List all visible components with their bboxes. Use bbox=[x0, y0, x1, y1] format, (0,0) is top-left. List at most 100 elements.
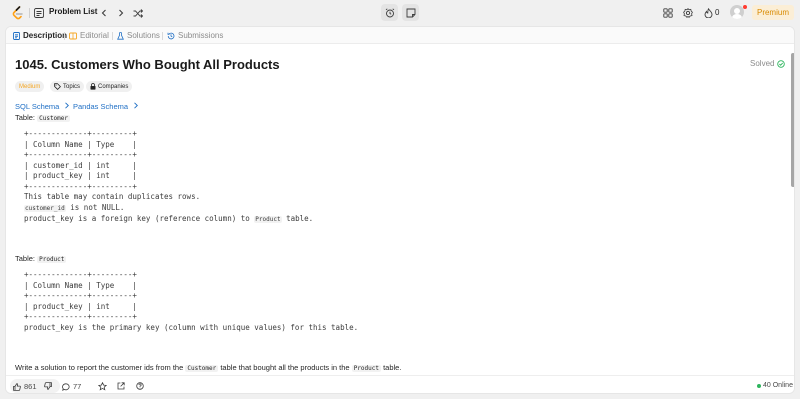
coin-count: 0 bbox=[715, 8, 720, 17]
prompt-post: table. bbox=[381, 363, 402, 372]
difficulty-badge[interactable]: Medium bbox=[15, 81, 45, 92]
description-panel: Description Editorial Solutions Submissi… bbox=[5, 26, 795, 394]
thumbs-up-icon bbox=[13, 382, 21, 391]
solved-label: Solved bbox=[750, 59, 775, 68]
tab-separator bbox=[64, 32, 65, 40]
thumbs-down-icon bbox=[44, 382, 52, 390]
description-icon bbox=[13, 31, 20, 40]
history-icon bbox=[167, 32, 175, 39]
schema-line: | customer_id | int | bbox=[24, 160, 137, 170]
star-icon bbox=[98, 382, 107, 391]
customer-schema-block: +-------------+---------+ | Column Name … bbox=[24, 129, 137, 192]
pandas-schema-link[interactable]: Pandas Schema bbox=[73, 102, 139, 111]
schema-line: +-------------+---------+ bbox=[24, 270, 137, 279]
next-problem-button[interactable] bbox=[114, 6, 128, 20]
description-content: 1045. Customers Who Bought All Products … bbox=[6, 45, 790, 375]
like-button[interactable]: 861 bbox=[13, 382, 37, 391]
table1-note2-code: customer_id bbox=[24, 204, 66, 212]
premium-button[interactable]: Premium bbox=[752, 5, 794, 20]
schema-line: +-------------+---------+ bbox=[24, 181, 137, 191]
tab-solutions[interactable]: Solutions bbox=[117, 31, 160, 40]
avatar[interactable] bbox=[730, 5, 744, 19]
comment-count: 77 bbox=[73, 382, 82, 391]
leetcode-logo-icon[interactable] bbox=[11, 6, 25, 20]
tab-separator bbox=[112, 32, 113, 40]
layout-grid-icon bbox=[663, 8, 673, 18]
schema-line: | product_key | int | bbox=[24, 301, 137, 311]
like-count: 861 bbox=[24, 382, 37, 391]
pandas-schema-label: Pandas Schema bbox=[73, 102, 129, 111]
problem-prompt: Write a solution to report the customer … bbox=[15, 363, 401, 372]
help-button[interactable] bbox=[136, 382, 144, 390]
customer-notes: This table may contain duplicates rows. … bbox=[24, 192, 313, 226]
companies-label: Companies bbox=[98, 83, 129, 90]
tab-solutions-label: Solutions bbox=[127, 31, 160, 40]
check-circle-icon bbox=[777, 59, 786, 68]
tag-icon bbox=[54, 83, 61, 90]
fire-icon bbox=[704, 8, 712, 18]
lock-icon bbox=[90, 83, 96, 90]
comments-button[interactable]: 77 bbox=[62, 382, 81, 391]
companies-chip[interactable]: Companies bbox=[86, 81, 133, 92]
share-icon bbox=[117, 382, 125, 390]
nav-divider bbox=[29, 8, 30, 18]
schema-line: +-------------+---------+ bbox=[24, 129, 137, 138]
problem-list-link[interactable]: Problem List bbox=[49, 7, 97, 16]
prev-problem-button[interactable] bbox=[97, 6, 111, 20]
chevron-right-icon bbox=[65, 102, 70, 109]
share-button[interactable] bbox=[117, 382, 125, 390]
timer-button[interactable] bbox=[381, 4, 398, 21]
question-circle-icon bbox=[136, 382, 144, 390]
content-scrollbar[interactable] bbox=[791, 45, 794, 375]
favorite-button[interactable] bbox=[98, 382, 107, 391]
editorial-icon bbox=[69, 32, 77, 39]
prompt-pre: Write a solution to report the customer … bbox=[15, 363, 186, 372]
tab-separator bbox=[162, 32, 163, 40]
chevron-right-icon bbox=[119, 9, 124, 17]
sql-schema-link[interactable]: SQL Schema bbox=[15, 102, 70, 111]
tab-description-label: Description bbox=[23, 31, 68, 40]
table1-note1: This table may contain duplicates rows. bbox=[24, 192, 201, 201]
online-status: 40 Online bbox=[757, 382, 793, 389]
tab-editorial[interactable]: Editorial bbox=[69, 31, 109, 40]
scrollbar-thumb[interactable] bbox=[791, 53, 794, 187]
table2-note: product_key is the primary key (column w… bbox=[24, 323, 359, 332]
schema-line: | Column Name | Type | bbox=[24, 280, 137, 290]
product-notes: product_key is the primary key (column w… bbox=[24, 323, 358, 334]
notification-dot bbox=[743, 5, 747, 9]
panel-tabs: Description Editorial Solutions Submissi… bbox=[6, 27, 794, 44]
schema-line: +-------------+---------+ bbox=[24, 291, 137, 300]
alarm-clock-icon bbox=[385, 7, 394, 17]
schema-line: | product_key | int | bbox=[24, 171, 137, 180]
notes-button[interactable] bbox=[402, 4, 419, 21]
table-prefix: Table: bbox=[15, 113, 36, 122]
table2-heading: Table: Product bbox=[15, 254, 67, 263]
schema-line: | Column Name | Type | bbox=[24, 139, 137, 149]
tab-submissions-label: Submissions bbox=[178, 31, 224, 40]
solutions-flask-icon bbox=[117, 31, 124, 40]
problem-list-icon[interactable] bbox=[34, 8, 44, 18]
schema-line: +-------------+---------+ bbox=[24, 150, 137, 159]
solved-status: Solved bbox=[750, 59, 786, 68]
chevron-right-icon bbox=[134, 102, 139, 109]
topics-chip[interactable]: Topics bbox=[50, 81, 85, 92]
table1-note3-code: Product bbox=[254, 216, 282, 223]
table1-name: Customer bbox=[37, 115, 71, 122]
layout-button[interactable] bbox=[661, 6, 675, 20]
bottom-action-bar: 861 77 40 Online bbox=[6, 375, 794, 393]
note-icon bbox=[406, 8, 415, 17]
product-schema-block: +-------------+---------+ | Column Name … bbox=[24, 270, 137, 323]
shuffle-icon bbox=[133, 8, 143, 18]
comment-icon bbox=[62, 382, 70, 391]
streak-button[interactable] bbox=[701, 6, 715, 20]
dislike-button[interactable] bbox=[44, 382, 52, 390]
random-problem-button[interactable] bbox=[131, 6, 145, 20]
table1-note3-pre: product_key is a foreign key (reference … bbox=[24, 214, 255, 223]
gear-icon bbox=[683, 8, 693, 18]
prompt-mid: table that bought all the products in th… bbox=[218, 363, 352, 372]
settings-button[interactable] bbox=[681, 6, 695, 20]
online-dot bbox=[757, 383, 761, 388]
problem-title: 1045. Customers Who Bought All Products bbox=[15, 57, 280, 72]
tab-submissions[interactable]: Submissions bbox=[167, 31, 223, 40]
tab-description[interactable]: Description bbox=[13, 31, 67, 40]
